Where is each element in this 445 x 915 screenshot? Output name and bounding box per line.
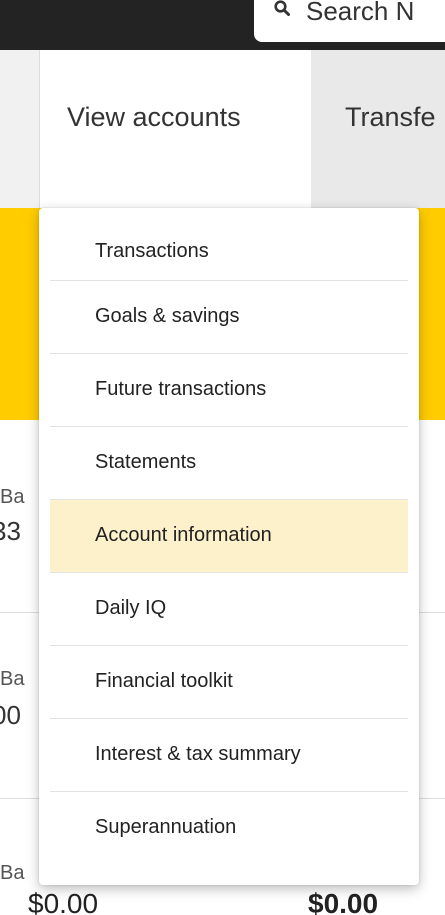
menu-item-goals-savings[interactable]: Goals & savings bbox=[50, 281, 408, 354]
search-input[interactable]: Search N bbox=[254, 0, 445, 42]
dropdown-menu-list: Transactions Goals & savings Future tran… bbox=[39, 208, 419, 865]
menu-item-superannuation[interactable]: Superannuation bbox=[50, 792, 408, 865]
menu-item-label: Statements bbox=[95, 451, 197, 473]
tab-view-accounts[interactable]: View accounts bbox=[40, 50, 311, 208]
menu-item-transactions[interactable]: Transactions bbox=[50, 208, 408, 281]
menu-item-label: Interest & tax summary bbox=[95, 743, 301, 765]
search-icon bbox=[274, 0, 290, 16]
tab-view-accounts-label: View accounts bbox=[67, 102, 241, 132]
tab-transfer[interactable]: Transfe bbox=[311, 50, 445, 208]
view-accounts-dropdown: Transactions Goals & savings Future tran… bbox=[39, 208, 419, 885]
tab-transfer-label: Transfe bbox=[345, 102, 436, 132]
menu-item-label: Daily IQ bbox=[95, 597, 167, 619]
nav-left-tab[interactable] bbox=[0, 50, 40, 208]
menu-item-interest-tax-summary[interactable]: Interest & tax summary bbox=[50, 719, 408, 792]
balance-amount: $0.00 bbox=[28, 888, 99, 915]
menu-item-financial-toolkit[interactable]: Financial toolkit bbox=[50, 646, 408, 719]
menu-item-label: Transactions bbox=[95, 240, 209, 262]
menu-item-label: Future transactions bbox=[95, 378, 267, 400]
menu-item-label: Superannuation bbox=[95, 816, 237, 838]
page: Search N View accounts Transfe Ba 33 Ba … bbox=[0, 0, 445, 915]
search-placeholder: Search N bbox=[306, 0, 415, 26]
menu-item-account-information[interactable]: Account information bbox=[50, 500, 408, 573]
main-nav: View accounts Transfe bbox=[0, 50, 445, 208]
account-balance-value: 00 bbox=[0, 700, 21, 730]
menu-item-statements[interactable]: Statements bbox=[50, 427, 408, 500]
menu-item-label: Account information bbox=[95, 524, 272, 546]
account-balance-value: 33 bbox=[0, 516, 21, 546]
menu-item-future-transactions[interactable]: Future transactions bbox=[50, 354, 408, 427]
menu-item-daily-iq[interactable]: Daily IQ bbox=[50, 573, 408, 646]
available-amount: $0.00 bbox=[308, 888, 379, 915]
account-balance-label: Ba bbox=[0, 862, 25, 884]
menu-item-label: Goals & savings bbox=[95, 305, 240, 327]
top-bar: Search N bbox=[0, 0, 445, 50]
menu-item-label: Financial toolkit bbox=[95, 670, 233, 692]
account-balance-label: Ba bbox=[0, 486, 25, 508]
account-balance-label: Ba bbox=[0, 668, 25, 690]
